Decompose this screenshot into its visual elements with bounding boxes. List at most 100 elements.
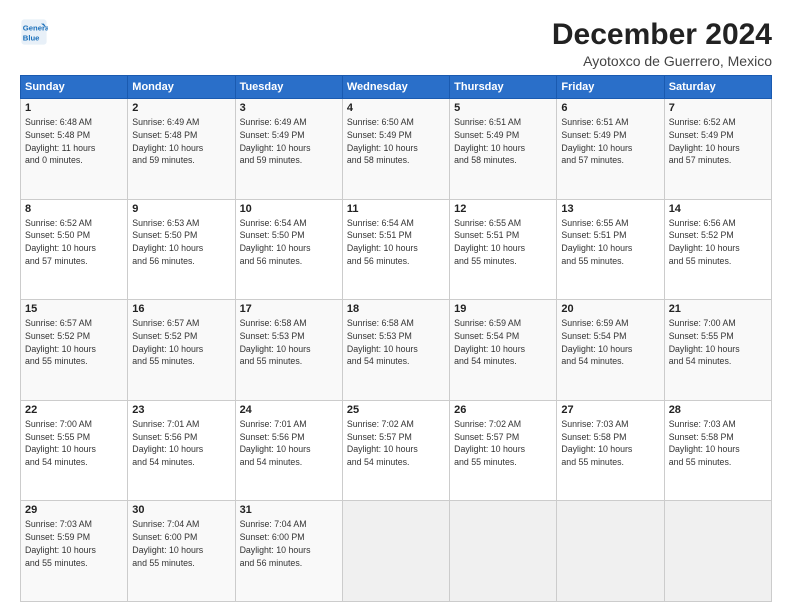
day-number: 28: [669, 404, 767, 416]
day-info: Sunrise: 6:58 AM Sunset: 5:53 PM Dayligh…: [347, 317, 445, 368]
day-info: Sunrise: 6:48 AM Sunset: 5:48 PM Dayligh…: [25, 116, 123, 167]
table-row: [450, 501, 557, 602]
day-number: 1: [25, 102, 123, 114]
subtitle: Ayotoxco de Guerrero, Mexico: [552, 53, 772, 69]
day-info: Sunrise: 6:51 AM Sunset: 5:49 PM Dayligh…: [454, 116, 552, 167]
col-thursday: Thursday: [450, 76, 557, 99]
day-number: 23: [132, 404, 230, 416]
day-info: Sunrise: 6:50 AM Sunset: 5:49 PM Dayligh…: [347, 116, 445, 167]
day-info: Sunrise: 7:02 AM Sunset: 5:57 PM Dayligh…: [454, 418, 552, 469]
table-row: 6Sunrise: 6:51 AM Sunset: 5:49 PM Daylig…: [557, 99, 664, 200]
table-row: 18Sunrise: 6:58 AM Sunset: 5:53 PM Dayli…: [342, 300, 449, 401]
table-row: [342, 501, 449, 602]
day-info: Sunrise: 7:01 AM Sunset: 5:56 PM Dayligh…: [240, 418, 338, 469]
day-info: Sunrise: 6:49 AM Sunset: 5:48 PM Dayligh…: [132, 116, 230, 167]
table-row: 11Sunrise: 6:54 AM Sunset: 5:51 PM Dayli…: [342, 199, 449, 300]
table-row: 2Sunrise: 6:49 AM Sunset: 5:48 PM Daylig…: [128, 99, 235, 200]
day-number: 21: [669, 303, 767, 315]
day-number: 10: [240, 203, 338, 215]
day-info: Sunrise: 6:59 AM Sunset: 5:54 PM Dayligh…: [454, 317, 552, 368]
day-number: 27: [561, 404, 659, 416]
table-row: 14 Sunrise: 6:56 AM Sunset: 5:52 PM Dayli…: [664, 199, 771, 300]
calendar-header-row: Sunday Monday Tuesday Wednesday Thursday…: [21, 76, 772, 99]
day-number: 11: [347, 203, 445, 215]
day-number: 30: [132, 504, 230, 516]
table-row: 30 Sunrise: 7:04 AM Sunset: 6:00 PM Dayli…: [128, 501, 235, 602]
table-row: 27 Sunrise: 7:03 AM Sunset: 5:58 PM Dayli…: [557, 400, 664, 501]
day-info: Sunrise: 7:04 AM Sunset: 6:00 PM Dayligh…: [240, 518, 338, 569]
col-monday: Monday: [128, 76, 235, 99]
day-info: Sunrise: 6:52 AM Sunset: 5:50 PM Dayligh…: [25, 217, 123, 268]
day-number: 12: [454, 203, 552, 215]
calendar-table: Sunday Monday Tuesday Wednesday Thursday…: [20, 75, 772, 602]
day-info: Sunrise: 7:03 AM Sunset: 5:59 PM Dayligh…: [25, 518, 123, 569]
day-number: 15: [25, 303, 123, 315]
table-row: 8 Sunrise: 6:52 AM Sunset: 5:50 PM Daylig…: [21, 199, 128, 300]
table-row: [664, 501, 771, 602]
day-info: Sunrise: 7:02 AM Sunset: 5:57 PM Dayligh…: [347, 418, 445, 469]
day-info: Sunrise: 6:57 AM Sunset: 5:52 PM Dayligh…: [132, 317, 230, 368]
main-title: December 2024: [552, 18, 772, 51]
table-row: 7Sunrise: 6:52 AM Sunset: 5:49 PM Daylig…: [664, 99, 771, 200]
table-row: 24 Sunrise: 7:01 AM Sunset: 5:56 PM Dayli…: [235, 400, 342, 501]
table-row: 16 Sunrise: 6:57 AM Sunset: 5:52 PM Dayli…: [128, 300, 235, 401]
day-number: 5: [454, 102, 552, 114]
table-row: 4 Sunrise: 6:50 AM Sunset: 5:49 PM Daylig…: [342, 99, 449, 200]
table-row: 26Sunrise: 7:02 AM Sunset: 5:57 PM Dayli…: [450, 400, 557, 501]
table-row: 19 Sunrise: 6:59 AM Sunset: 5:54 PM Dayli…: [450, 300, 557, 401]
day-info: Sunrise: 6:55 AM Sunset: 5:51 PM Dayligh…: [561, 217, 659, 268]
col-wednesday: Wednesday: [342, 76, 449, 99]
day-number: 3: [240, 102, 338, 114]
day-number: 29: [25, 504, 123, 516]
day-number: 9: [132, 203, 230, 215]
table-row: 3 Sunrise: 6:49 AM Sunset: 5:49 PM Daylig…: [235, 99, 342, 200]
day-number: 7: [669, 102, 767, 114]
day-number: 14: [669, 203, 767, 215]
table-row: 20Sunrise: 6:59 AM Sunset: 5:54 PM Dayli…: [557, 300, 664, 401]
day-info: Sunrise: 7:00 AM Sunset: 5:55 PM Dayligh…: [669, 317, 767, 368]
title-block: December 2024 Ayotoxco de Guerrero, Mexi…: [552, 18, 772, 69]
day-info: Sunrise: 7:00 AM Sunset: 5:55 PM Dayligh…: [25, 418, 123, 469]
logo: General Blue: [20, 18, 48, 46]
logo-icon: General Blue: [20, 18, 48, 46]
day-number: 13: [561, 203, 659, 215]
day-number: 6: [561, 102, 659, 114]
day-number: 16: [132, 303, 230, 315]
table-row: 17 Sunrise: 6:58 AM Sunset: 5:53 PM Dayli…: [235, 300, 342, 401]
svg-text:Blue: Blue: [23, 33, 40, 42]
col-saturday: Saturday: [664, 76, 771, 99]
col-tuesday: Tuesday: [235, 76, 342, 99]
day-number: 22: [25, 404, 123, 416]
day-info: Sunrise: 6:56 AM Sunset: 5:52 PM Dayligh…: [669, 217, 767, 268]
table-row: 12Sunrise: 6:55 AM Sunset: 5:51 PM Dayli…: [450, 199, 557, 300]
day-info: Sunrise: 6:53 AM Sunset: 5:50 PM Dayligh…: [132, 217, 230, 268]
col-friday: Friday: [557, 76, 664, 99]
table-row: 25 Sunrise: 7:02 AM Sunset: 5:57 PM Dayli…: [342, 400, 449, 501]
table-row: 29 Sunrise: 7:03 AM Sunset: 5:59 PM Dayli…: [21, 501, 128, 602]
table-row: 5 Sunrise: 6:51 AM Sunset: 5:49 PM Daylig…: [450, 99, 557, 200]
day-info: Sunrise: 6:57 AM Sunset: 5:52 PM Dayligh…: [25, 317, 123, 368]
table-row: [557, 501, 664, 602]
day-info: Sunrise: 7:03 AM Sunset: 5:58 PM Dayligh…: [669, 418, 767, 469]
day-number: 8: [25, 203, 123, 215]
day-info: Sunrise: 6:58 AM Sunset: 5:53 PM Dayligh…: [240, 317, 338, 368]
day-number: 4: [347, 102, 445, 114]
col-sunday: Sunday: [21, 76, 128, 99]
day-info: Sunrise: 6:49 AM Sunset: 5:49 PM Dayligh…: [240, 116, 338, 167]
day-info: Sunrise: 7:03 AM Sunset: 5:58 PM Dayligh…: [561, 418, 659, 469]
table-row: 31Sunrise: 7:04 AM Sunset: 6:00 PM Dayli…: [235, 501, 342, 602]
table-row: 15 Sunrise: 6:57 AM Sunset: 5:52 PM Dayli…: [21, 300, 128, 401]
day-number: 17: [240, 303, 338, 315]
day-number: 25: [347, 404, 445, 416]
table-row: 23Sunrise: 7:01 AM Sunset: 5:56 PM Dayli…: [128, 400, 235, 501]
table-row: 21 Sunrise: 7:00 AM Sunset: 5:55 PM Dayli…: [664, 300, 771, 401]
header: General Blue December 2024 Ayotoxco de G…: [20, 18, 772, 69]
day-number: 19: [454, 303, 552, 315]
day-info: Sunrise: 6:59 AM Sunset: 5:54 PM Dayligh…: [561, 317, 659, 368]
day-info: Sunrise: 7:04 AM Sunset: 6:00 PM Dayligh…: [132, 518, 230, 569]
table-row: 10 Sunrise: 6:54 AM Sunset: 5:50 PM Dayli…: [235, 199, 342, 300]
table-row: 1 Sunrise: 6:48 AM Sunset: 5:48 PM Daylig…: [21, 99, 128, 200]
table-row: 22 Sunrise: 7:00 AM Sunset: 5:55 PM Dayli…: [21, 400, 128, 501]
day-info: Sunrise: 6:54 AM Sunset: 5:50 PM Dayligh…: [240, 217, 338, 268]
day-number: 24: [240, 404, 338, 416]
